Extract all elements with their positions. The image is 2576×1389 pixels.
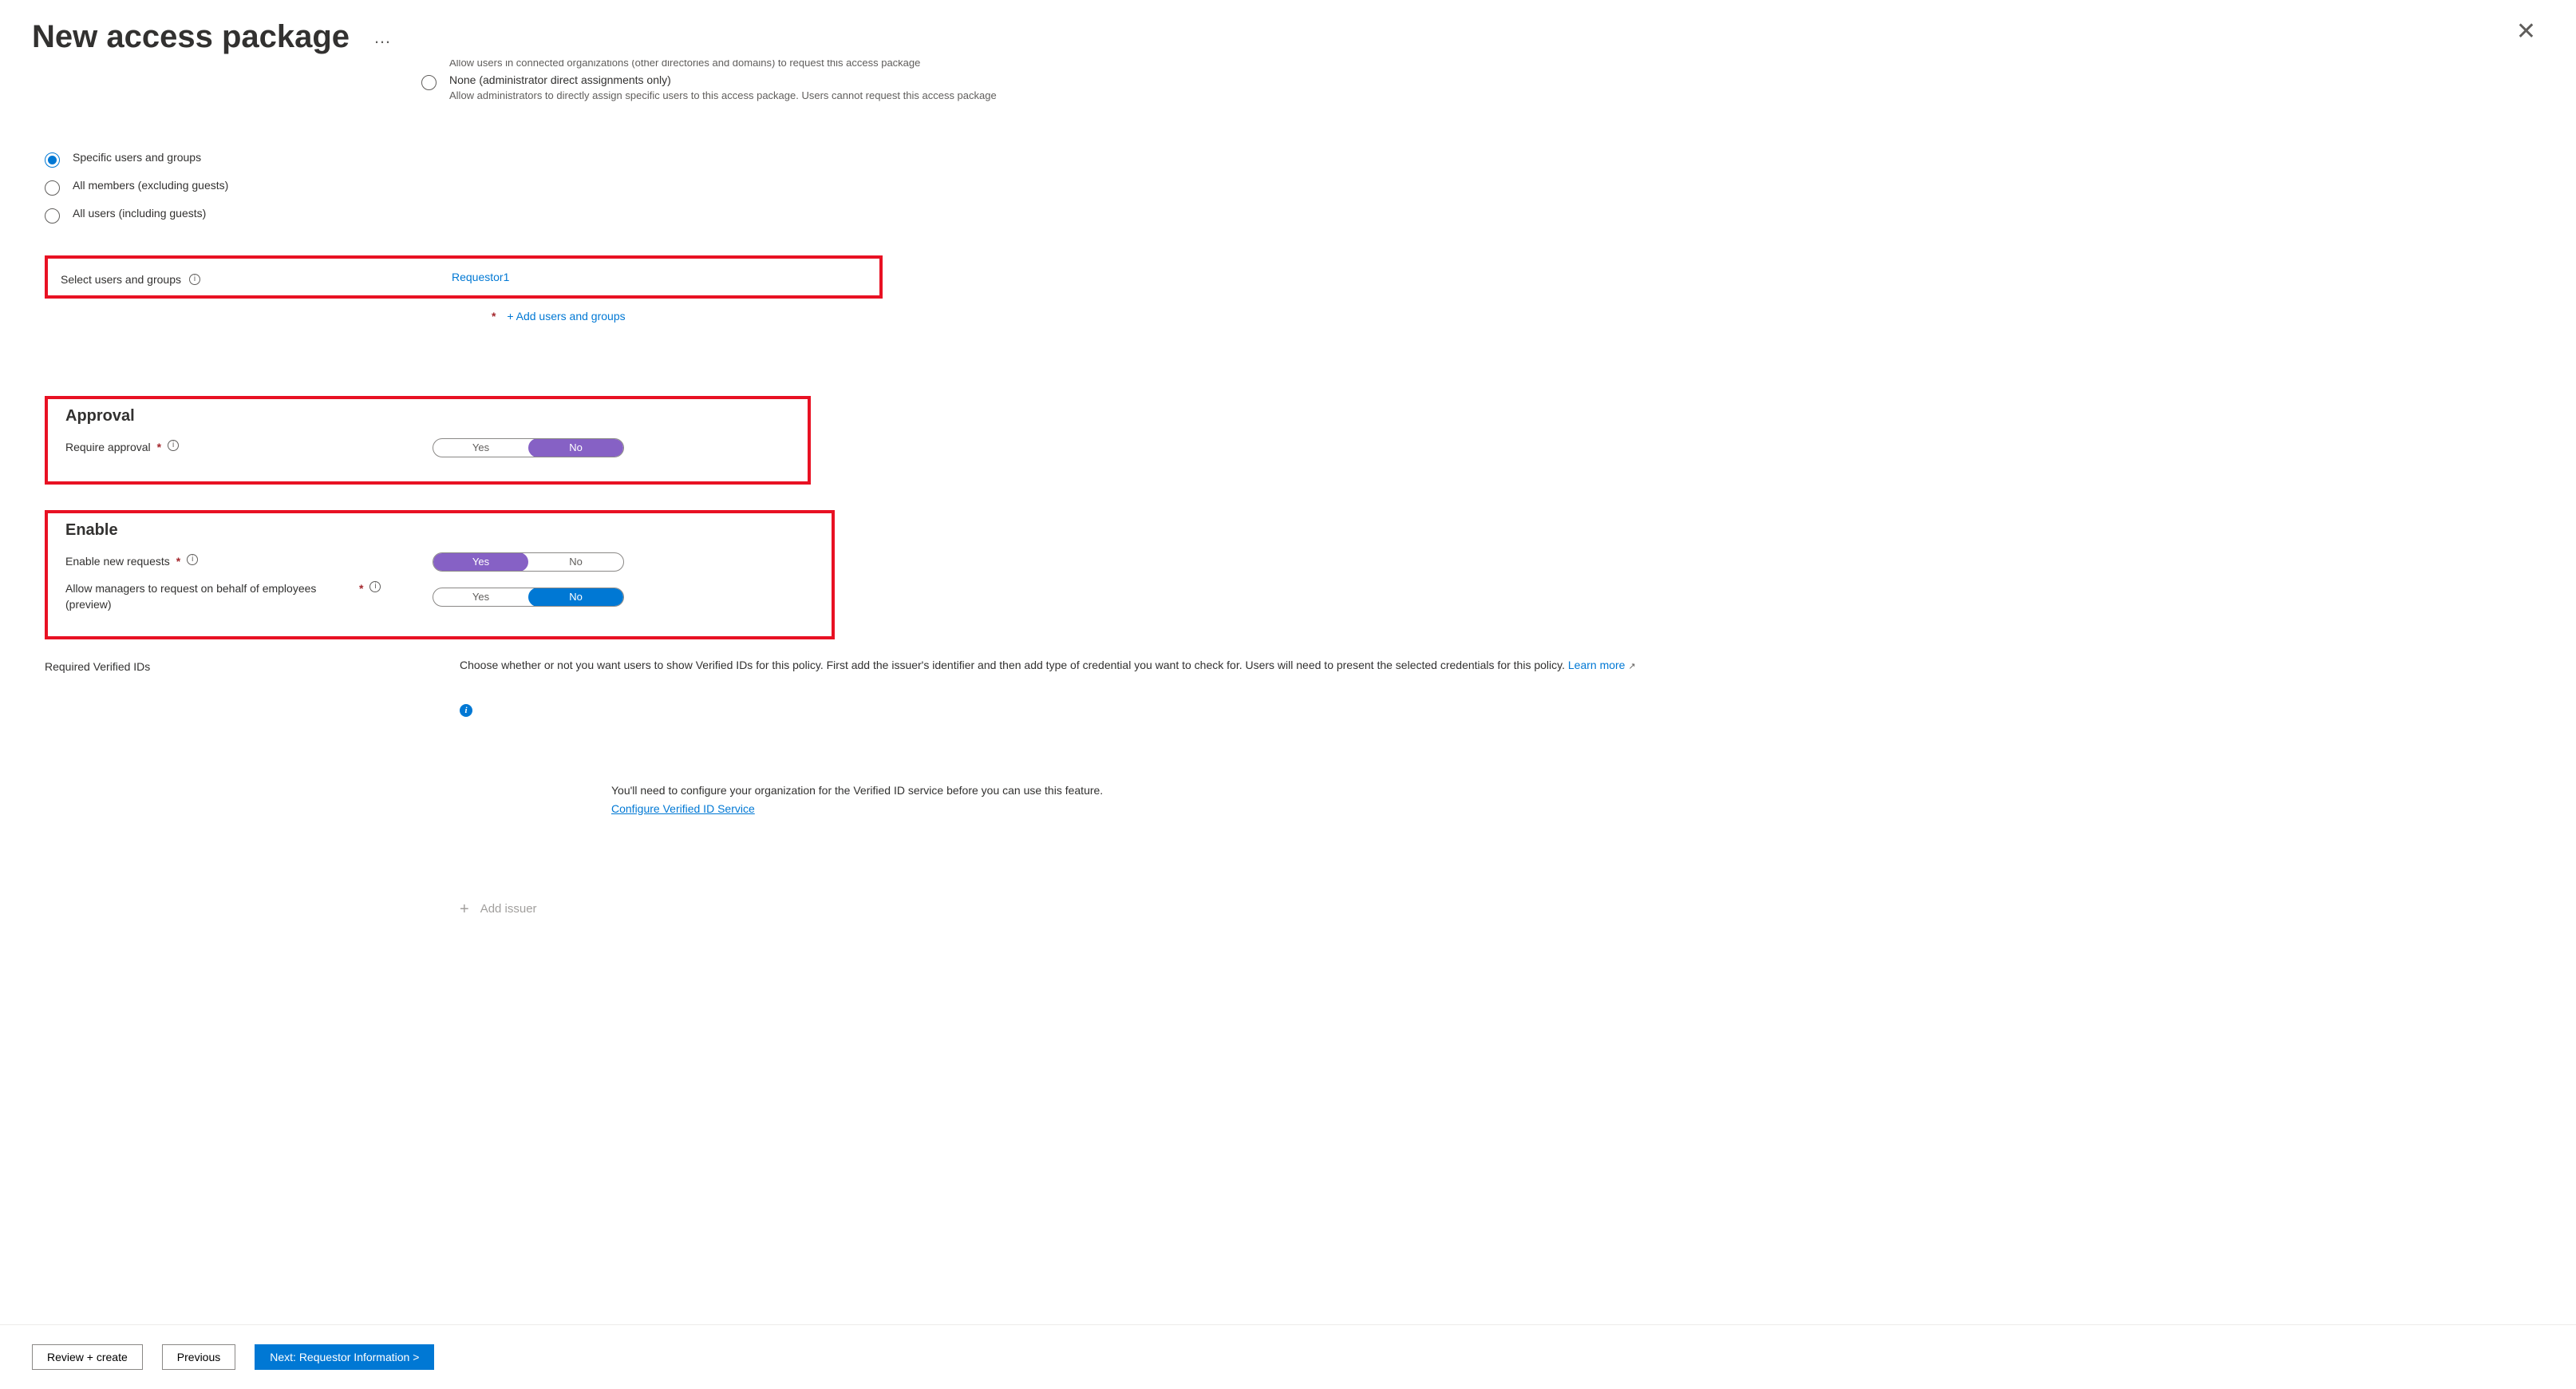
footer-toolbar: Review + create Previous Next: Requestor… — [0, 1324, 2576, 1389]
verified-ids-description: Choose whether or not you want users to … — [460, 659, 1565, 671]
add-issuer-label: Add issuer — [480, 900, 537, 919]
radio-icon — [45, 152, 60, 168]
requestor-link[interactable]: Requestor1 — [452, 271, 509, 283]
toggle-no[interactable]: No — [528, 588, 623, 607]
required-indicator: * — [359, 581, 363, 597]
required-indicator: * — [492, 310, 496, 323]
require-approval-toggle[interactable]: Yes No — [433, 438, 624, 457]
radio-label: All users (including guests) — [73, 207, 206, 220]
configure-verified-id-link[interactable]: Configure Verified ID Service — [611, 802, 755, 815]
scope-option-specific[interactable]: Specific users and groups — [45, 151, 2402, 168]
close-icon[interactable]: ✕ — [2516, 18, 2536, 46]
select-users-label: Select users and groups — [61, 273, 181, 286]
target-option-none[interactable]: None (administrator direct assignments o… — [421, 73, 2402, 101]
review-create-button[interactable]: Review + create — [32, 1344, 143, 1370]
toggle-yes[interactable]: Yes — [433, 552, 528, 572]
require-approval-label: Require approval — [65, 440, 151, 456]
enable-highlight: Enable Enable new requests * i Yes No Al… — [45, 510, 835, 639]
more-options-icon[interactable]: … — [373, 27, 391, 48]
required-indicator: * — [176, 554, 180, 570]
verified-config-message: You'll need to configure your organizati… — [611, 782, 1636, 799]
radio-label: None (administrator direct assignments o… — [449, 73, 997, 86]
previous-button[interactable]: Previous — [162, 1344, 235, 1370]
scope-option-members[interactable]: All members (excluding guests) — [45, 179, 2402, 196]
approval-title: Approval — [65, 407, 792, 425]
toggle-yes[interactable]: Yes — [433, 588, 528, 606]
radio-icon — [421, 75, 437, 90]
allow-managers-label: Allow managers to request on behalf of e… — [65, 581, 353, 612]
info-icon[interactable]: i — [369, 581, 381, 592]
external-link-icon: ↗ — [1628, 662, 1635, 671]
info-icon[interactable]: i — [460, 704, 472, 717]
select-users-highlight: Select users and groups i Requestor1 — [45, 255, 883, 299]
verified-ids-label: Required Verified IDs — [45, 657, 460, 921]
target-option-not-in-directory[interactable]: For users not in your directory Allow us… — [421, 60, 2402, 69]
add-users-link[interactable]: + Add users and groups — [507, 310, 625, 323]
scope-option-all-users[interactable]: All users (including guests) — [45, 207, 2402, 224]
allow-managers-toggle[interactable]: Yes No — [433, 588, 624, 607]
plus-icon: + — [460, 897, 469, 921]
required-indicator: * — [157, 440, 161, 456]
info-icon[interactable]: i — [168, 440, 179, 451]
enable-title: Enable — [65, 521, 816, 540]
info-icon[interactable]: i — [189, 274, 200, 285]
radio-label: All members (excluding guests) — [73, 179, 228, 192]
enable-new-requests-label: Enable new requests — [65, 554, 170, 570]
toggle-no[interactable]: No — [528, 553, 623, 571]
learn-more-link[interactable]: Learn more — [1568, 659, 1626, 671]
add-issuer-button: + Add issuer — [460, 897, 1636, 921]
toggle-yes[interactable]: Yes — [433, 439, 528, 457]
page-title: New access package — [32, 19, 350, 55]
radio-label: Specific users and groups — [73, 151, 201, 164]
next-button[interactable]: Next: Requestor Information > — [255, 1344, 434, 1370]
toggle-no[interactable]: No — [528, 438, 623, 457]
radio-description: Allow users in connected organizations (… — [449, 60, 920, 69]
approval-highlight: Approval Require approval * i Yes No — [45, 396, 811, 485]
radio-icon — [45, 180, 60, 196]
info-icon[interactable]: i — [187, 554, 198, 565]
radio-icon — [45, 208, 60, 224]
radio-description: Allow administrators to directly assign … — [449, 89, 997, 101]
enable-new-requests-toggle[interactable]: Yes No — [433, 552, 624, 572]
